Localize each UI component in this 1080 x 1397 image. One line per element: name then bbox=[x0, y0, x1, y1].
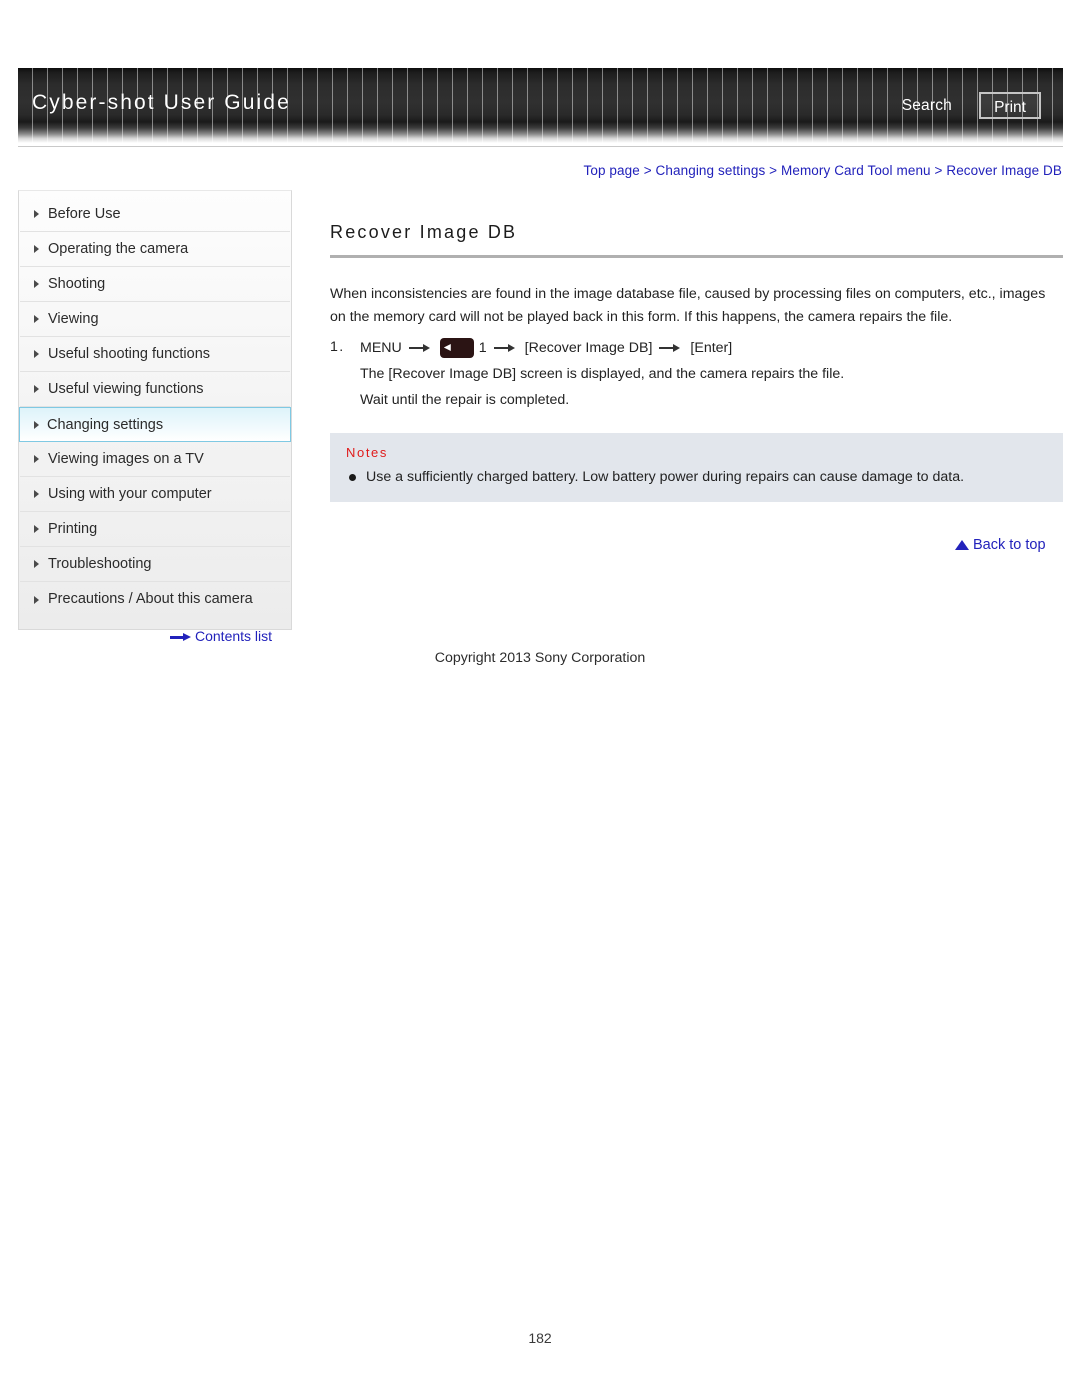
sidebar-item-label: Before Use bbox=[48, 206, 121, 222]
step-detail-line-2: Wait until the repair is completed. bbox=[360, 392, 570, 408]
step-body: MENU 1 [Recover Image DB] [Enter] The [R… bbox=[360, 337, 1063, 411]
intro-paragraph: When inconsistencies are found in the im… bbox=[330, 286, 1046, 325]
title-divider bbox=[330, 255, 1063, 258]
sidebar-item-shooting[interactable]: Shooting bbox=[20, 267, 290, 302]
sidebar-item-useful-shooting-functions[interactable]: Useful shooting functions bbox=[20, 337, 290, 372]
sidebar-item-useful-viewing-functions[interactable]: Useful viewing functions bbox=[20, 372, 290, 407]
notes-label: Notes bbox=[346, 445, 388, 460]
menu-target-label: [Recover Image DB] bbox=[524, 340, 653, 356]
chevron-right-icon bbox=[34, 280, 39, 288]
menu-tab-number: 1 bbox=[478, 340, 487, 356]
header-divider bbox=[18, 146, 1063, 147]
step-item: 1. MENU 1 [Recover Image DB] [Enter] The… bbox=[330, 337, 1063, 411]
sidebar-item-label: Viewing images on a TV bbox=[48, 451, 204, 467]
sidebar-item-printing[interactable]: Printing bbox=[20, 512, 290, 547]
sidebar-item-troubleshooting[interactable]: Troubleshooting bbox=[20, 547, 290, 582]
sidebar-item-label: Printing bbox=[48, 521, 98, 537]
chevron-right-icon bbox=[34, 595, 39, 604]
back-to-top-label: Back to top bbox=[973, 537, 1046, 553]
bullet-icon bbox=[349, 474, 356, 481]
sidebar-item-label: Using with your computer bbox=[48, 486, 212, 502]
notes-box: Notes Use a sufficiently charged battery… bbox=[330, 433, 1063, 502]
sidebar-item-label: Changing settings bbox=[47, 417, 164, 433]
page-number: 182 bbox=[528, 1330, 552, 1346]
sidebar-item-changing-settings[interactable]: Changing settings bbox=[19, 407, 291, 442]
sidebar-item-label: Troubleshooting bbox=[48, 556, 152, 572]
chevron-right-icon bbox=[34, 315, 39, 323]
step-instruction-line: MENU 1 [Recover Image DB] [Enter] bbox=[360, 337, 1063, 359]
chevron-right-icon bbox=[34, 350, 39, 358]
step-number: 1. bbox=[330, 339, 345, 355]
sidebar-item-label: Useful shooting functions bbox=[48, 346, 211, 362]
sidebar-item-using-with-your-computer[interactable]: Using with your computer bbox=[20, 477, 290, 512]
menu-label: MENU bbox=[360, 340, 402, 356]
back-to-top-link[interactable]: Back to top bbox=[955, 537, 1046, 553]
sidebar-item-label: Operating the camera bbox=[48, 241, 189, 257]
note-list-item: Use a sufficiently charged battery. Low … bbox=[346, 467, 1047, 488]
sidebar-item-label: Precautions / About this camera bbox=[48, 591, 253, 607]
chevron-right-icon bbox=[34, 490, 39, 498]
page-title: Recover Image DB bbox=[330, 222, 518, 242]
memory-card-tool-icon bbox=[439, 338, 474, 358]
site-title: Cyber-shot User Guide bbox=[32, 91, 291, 114]
sidebar-item-label: Shooting bbox=[48, 276, 106, 292]
chevron-right-icon bbox=[34, 385, 39, 393]
sidebar-item-operating-the-camera[interactable]: Operating the camera bbox=[20, 232, 290, 267]
arrow-right-icon bbox=[170, 633, 192, 642]
contents-list-label: Contents list bbox=[195, 628, 273, 644]
sidebar-navigation: Before Use Operating the camera Shooting… bbox=[18, 190, 292, 630]
search-button[interactable]: Search bbox=[902, 97, 952, 115]
chevron-right-icon bbox=[34, 525, 39, 533]
sidebar-item-viewing-images-on-a-tv[interactable]: Viewing images on a TV bbox=[20, 442, 290, 477]
chevron-right-icon bbox=[34, 455, 39, 463]
arrow-right-icon bbox=[408, 344, 433, 352]
sidebar-item-label: Viewing bbox=[48, 311, 99, 327]
chevron-right-icon bbox=[34, 210, 39, 218]
sidebar-item-viewing[interactable]: Viewing bbox=[20, 302, 290, 337]
sidebar-item-label: Useful viewing functions bbox=[48, 381, 204, 397]
breadcrumb[interactable]: Top page > Changing settings > Memory Ca… bbox=[584, 163, 1062, 178]
contents-list-link[interactable]: Contents list bbox=[170, 628, 272, 644]
sidebar-item-before-use[interactable]: Before Use bbox=[20, 197, 290, 232]
copyright-notice: Copyright 2013 Sony Corporation bbox=[434, 650, 646, 666]
triangle-up-icon bbox=[955, 540, 969, 550]
header-banner: Cyber-shot User Guide Search Print bbox=[18, 68, 1063, 143]
chevron-right-icon bbox=[34, 560, 39, 568]
print-button[interactable]: Print bbox=[979, 92, 1041, 119]
sidebar-item-precautions-about-this-camera[interactable]: Precautions / About this camera bbox=[20, 582, 290, 617]
arrow-right-icon bbox=[659, 344, 683, 352]
chevron-right-icon bbox=[34, 245, 39, 253]
arrow-right-icon bbox=[493, 344, 518, 352]
step-detail-line-1: The [Recover Image DB] screen is display… bbox=[360, 366, 845, 382]
note-text: Use a sufficiently charged battery. Low … bbox=[366, 469, 965, 485]
enter-label: [Enter] bbox=[690, 340, 733, 356]
main-content: Recover Image DB When inconsistencies ar… bbox=[330, 222, 1063, 502]
chevron-right-icon bbox=[34, 420, 39, 429]
